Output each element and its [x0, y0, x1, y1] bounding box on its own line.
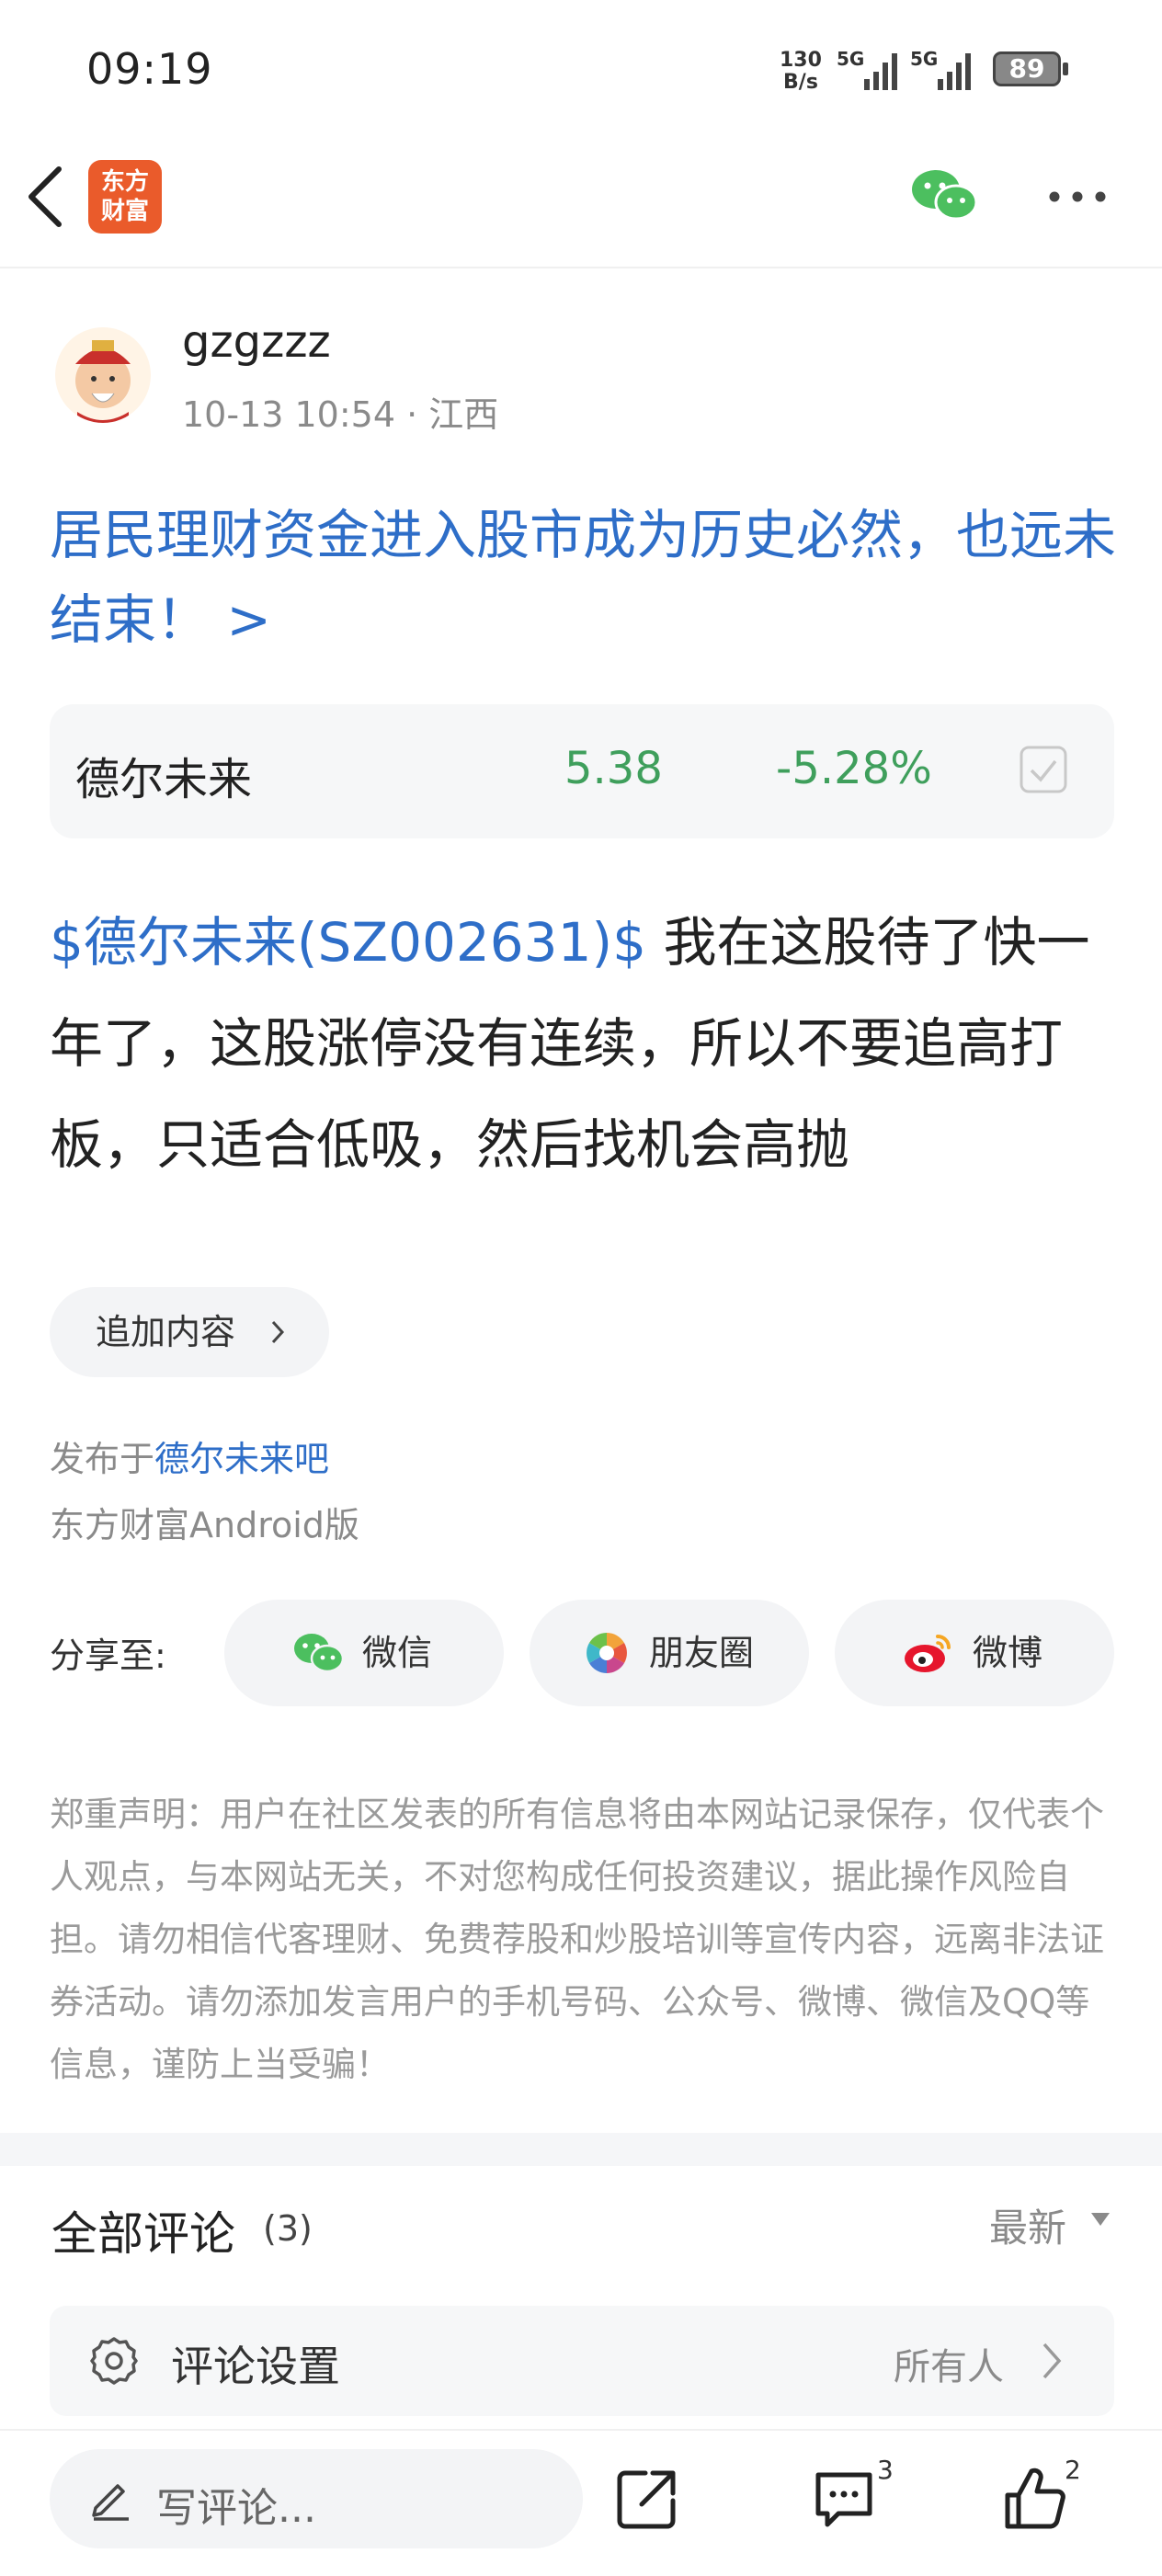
share-wechat-label: 微信 — [362, 1633, 433, 1673]
author-name[interactable]: gzgzzz — [182, 316, 331, 368]
stock-card[interactable]: 德尔未来 5.38 -5.28% — [50, 704, 1114, 838]
like-count-badge: 2 — [1065, 2455, 1081, 2485]
publish-info: 发布于德尔未来吧 — [50, 1430, 329, 1481]
comments-title: 全部评论 — [51, 2207, 235, 2261]
publish-prefix: 发布于 — [50, 1439, 155, 1479]
network-speed-unit: B/s — [783, 71, 818, 94]
like-icon[interactable] — [1002, 2466, 1068, 2532]
wechat-share-icon[interactable] — [910, 167, 980, 222]
comment-settings-row[interactable]: 评论设置 所有人 — [50, 2306, 1114, 2416]
share-moments-label: 朋友圈 — [649, 1633, 755, 1673]
disclaimer-text: 郑重声明：用户在社区发表的所有信息将由本网站记录保存，仅代表个人观点，与本网站无… — [50, 1795, 1104, 2084]
pencil-icon — [90, 2477, 132, 2521]
stock-change: -5.28% — [776, 743, 932, 794]
share-moments-button[interactable]: 朋友圈 — [530, 1600, 809, 1706]
post-title[interactable]: 居民理财资金进入股市成为历史必然，也远未结束！ > — [50, 493, 1116, 662]
status-time: 09:19 — [86, 44, 213, 94]
append-content-button[interactable]: 追加内容 — [50, 1287, 329, 1377]
chevron-right-icon — [1039, 2341, 1065, 2381]
wechat-icon — [294, 1634, 344, 1673]
bar-link[interactable]: 德尔未来吧 — [154, 1439, 329, 1479]
comment-settings-label: 评论设置 — [171, 2342, 340, 2391]
signal-icon-1: 5G — [837, 48, 906, 94]
comment-input[interactable]: 写评论... — [50, 2449, 583, 2548]
caret-down-icon[interactable] — [1090, 2212, 1111, 2227]
share-label: 分享至: — [50, 1636, 166, 1676]
share-weibo-label: 微博 — [973, 1633, 1043, 1673]
app-logo: 东方 财富 — [88, 160, 162, 234]
share-out-icon[interactable] — [614, 2466, 680, 2532]
logo-line-2: 财富 — [100, 198, 149, 225]
moments-icon — [587, 1633, 627, 1673]
share-weibo-button[interactable]: 微博 — [835, 1600, 1114, 1706]
battery-icon: 89 — [993, 51, 1072, 88]
comment-icon[interactable] — [811, 2466, 877, 2532]
weibo-icon — [905, 1635, 951, 1672]
more-icon[interactable] — [1048, 189, 1107, 202]
network-speed: 130 B/s — [780, 50, 822, 94]
stock-price: 5.38 — [564, 743, 663, 794]
append-content-label: 追加内容 — [96, 1312, 236, 1352]
header-divider — [0, 267, 1162, 268]
chevron-right-icon — [271, 1320, 285, 1344]
client-info: 东方财富Android版 — [50, 1505, 359, 1545]
network-speed-value: 130 — [780, 49, 822, 72]
comment-settings-value: 所有人 — [894, 2346, 1004, 2388]
post-content: $德尔未来(SZ002631)$ 我在这股待了快一年了，这股涨停没有连续，所以不… — [50, 892, 1125, 1195]
comments-count: (3) — [263, 2208, 313, 2249]
comment-input-placeholder: 写评论... — [156, 2485, 316, 2532]
comment-sort-dropdown[interactable]: 最新 — [989, 2197, 1066, 2253]
post-meta: 10-13 10:54 · 江西 — [182, 394, 499, 435]
gear-icon — [88, 2335, 140, 2387]
back-icon[interactable] — [22, 162, 68, 232]
stock-name: 德尔未来 — [75, 754, 253, 805]
share-wechat-button[interactable]: 微信 — [224, 1600, 504, 1706]
battery-level: 89 — [1008, 53, 1045, 84]
signal-icon-2: 5G — [910, 48, 980, 94]
comment-count-badge: 3 — [877, 2455, 894, 2485]
add-watchlist-checkbox-icon[interactable] — [1019, 745, 1068, 794]
stock-tag-link[interactable]: $德尔未来(SZ002631)$ — [50, 911, 646, 974]
avatar[interactable] — [55, 327, 151, 423]
section-divider — [0, 2133, 1162, 2166]
logo-line-1: 东方 — [100, 168, 149, 196]
